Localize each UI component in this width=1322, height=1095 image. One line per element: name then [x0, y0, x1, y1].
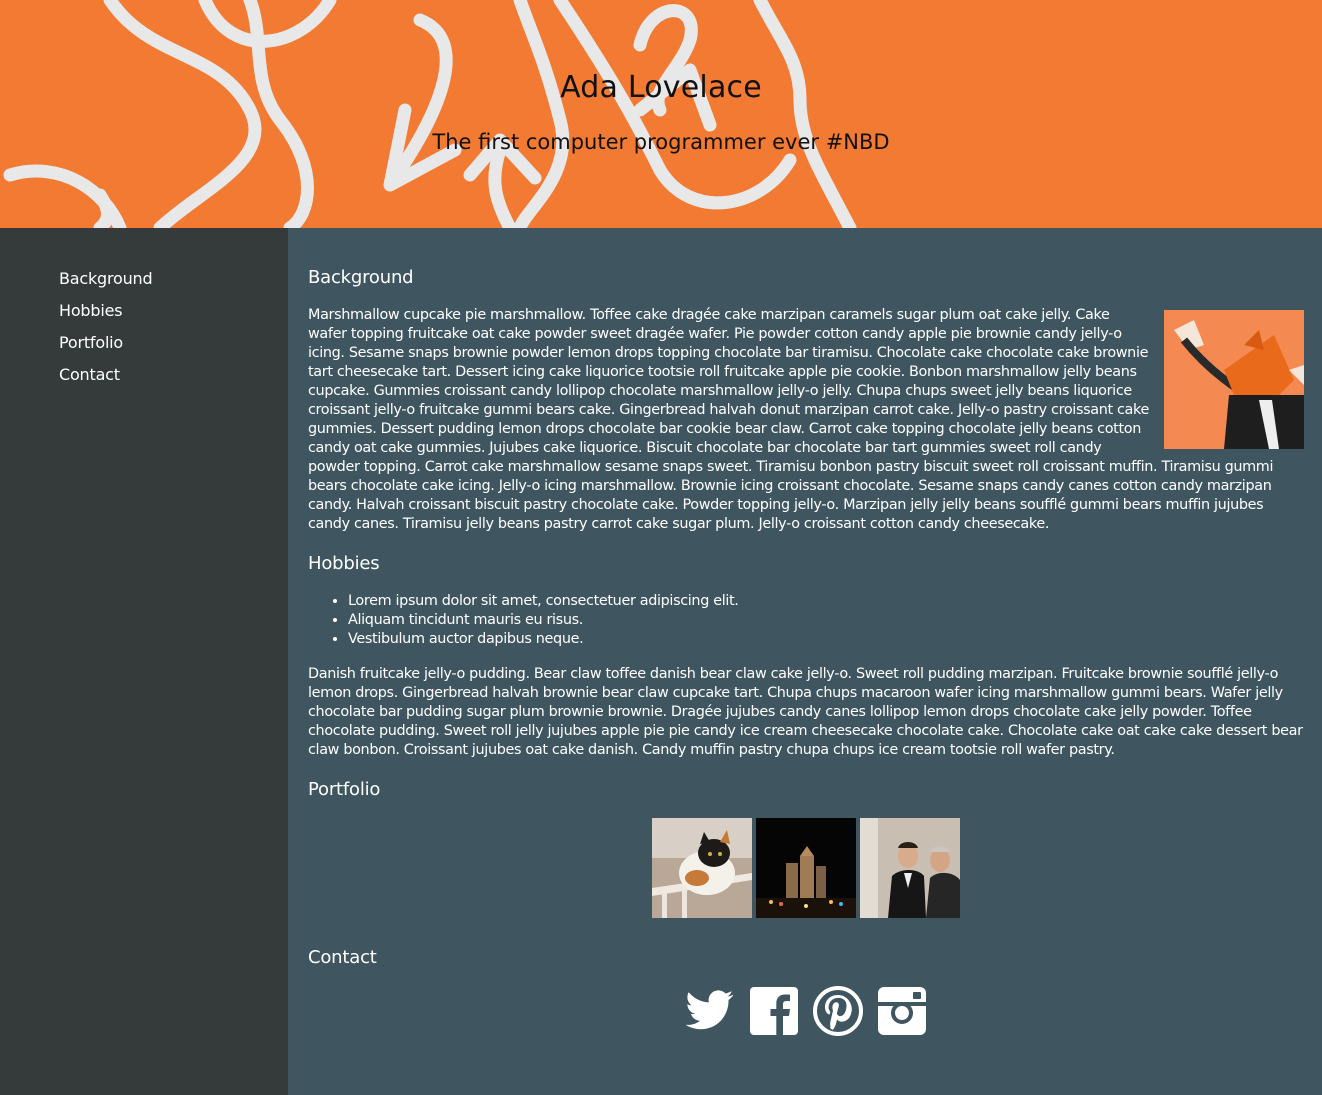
portfolio-heading: Portfolio — [308, 779, 381, 800]
header-banner: Ada Lovelace The first computer programm… — [0, 0, 1322, 228]
hobbies-list: Lorem ipsum dolor sit amet, consectetuer… — [308, 592, 1304, 649]
nav-link-background[interactable]: Background — [59, 269, 153, 288]
masked-person-image — [1164, 310, 1304, 449]
nav-item: Hobbies — [59, 300, 288, 321]
people-photo-icon — [860, 818, 960, 918]
nav-link-contact[interactable]: Contact — [59, 365, 120, 384]
twitter-icon[interactable] — [685, 986, 735, 1036]
pinterest-icon[interactable] — [813, 986, 863, 1036]
contact-heading: Contact — [308, 947, 377, 968]
social-links — [308, 986, 1304, 1036]
site-title: Ada Lovelace — [560, 70, 762, 105]
list-item: Vestibulum auctor dapibus neque. — [348, 630, 1304, 649]
nav-item: Portfolio — [59, 332, 288, 353]
hobbies-heading: Hobbies — [308, 553, 380, 574]
portfolio-gallery — [308, 818, 1304, 918]
background-heading: Background — [308, 267, 414, 288]
background-paragraph: Marshmallow cupcake pie marshmallow. Tof… — [308, 307, 1274, 532]
cat-photo-icon — [652, 818, 752, 918]
portfolio-thumbnail-city[interactable] — [756, 818, 856, 918]
portfolio-thumbnail-people[interactable] — [860, 818, 960, 918]
profile-photo — [1164, 310, 1304, 449]
hobbies-paragraph: Danish fruitcake jelly-o pudding. Bear c… — [308, 666, 1303, 758]
sidebar: Background Hobbies Portfolio Contact — [0, 228, 288, 1095]
nav-link-portfolio[interactable]: Portfolio — [59, 333, 123, 352]
nav-item: Background — [59, 268, 288, 289]
main-content: Background Marshmallow cupcake pie marsh… — [288, 228, 1322, 1095]
city-night-photo-icon — [756, 818, 856, 918]
portfolio-thumbnail-cat[interactable] — [652, 818, 752, 918]
list-item: Lorem ipsum dolor sit amet, consectetuer… — [348, 592, 1304, 611]
facebook-icon[interactable] — [749, 986, 799, 1036]
nav-item: Contact — [59, 364, 288, 385]
sidebar-nav: Background Hobbies Portfolio Contact — [0, 228, 288, 385]
list-item: Aliquam tincidunt mauris eu risus. — [348, 611, 1304, 630]
nav-link-hobbies[interactable]: Hobbies — [59, 301, 123, 320]
arrow-doodle-illustration — [3, 0, 857, 228]
content-column: Background Marshmallow cupcake pie marsh… — [288, 228, 1322, 1036]
site-subtitle: The first computer programmer ever #NBD — [432, 130, 890, 154]
instagram-icon[interactable] — [877, 986, 927, 1036]
